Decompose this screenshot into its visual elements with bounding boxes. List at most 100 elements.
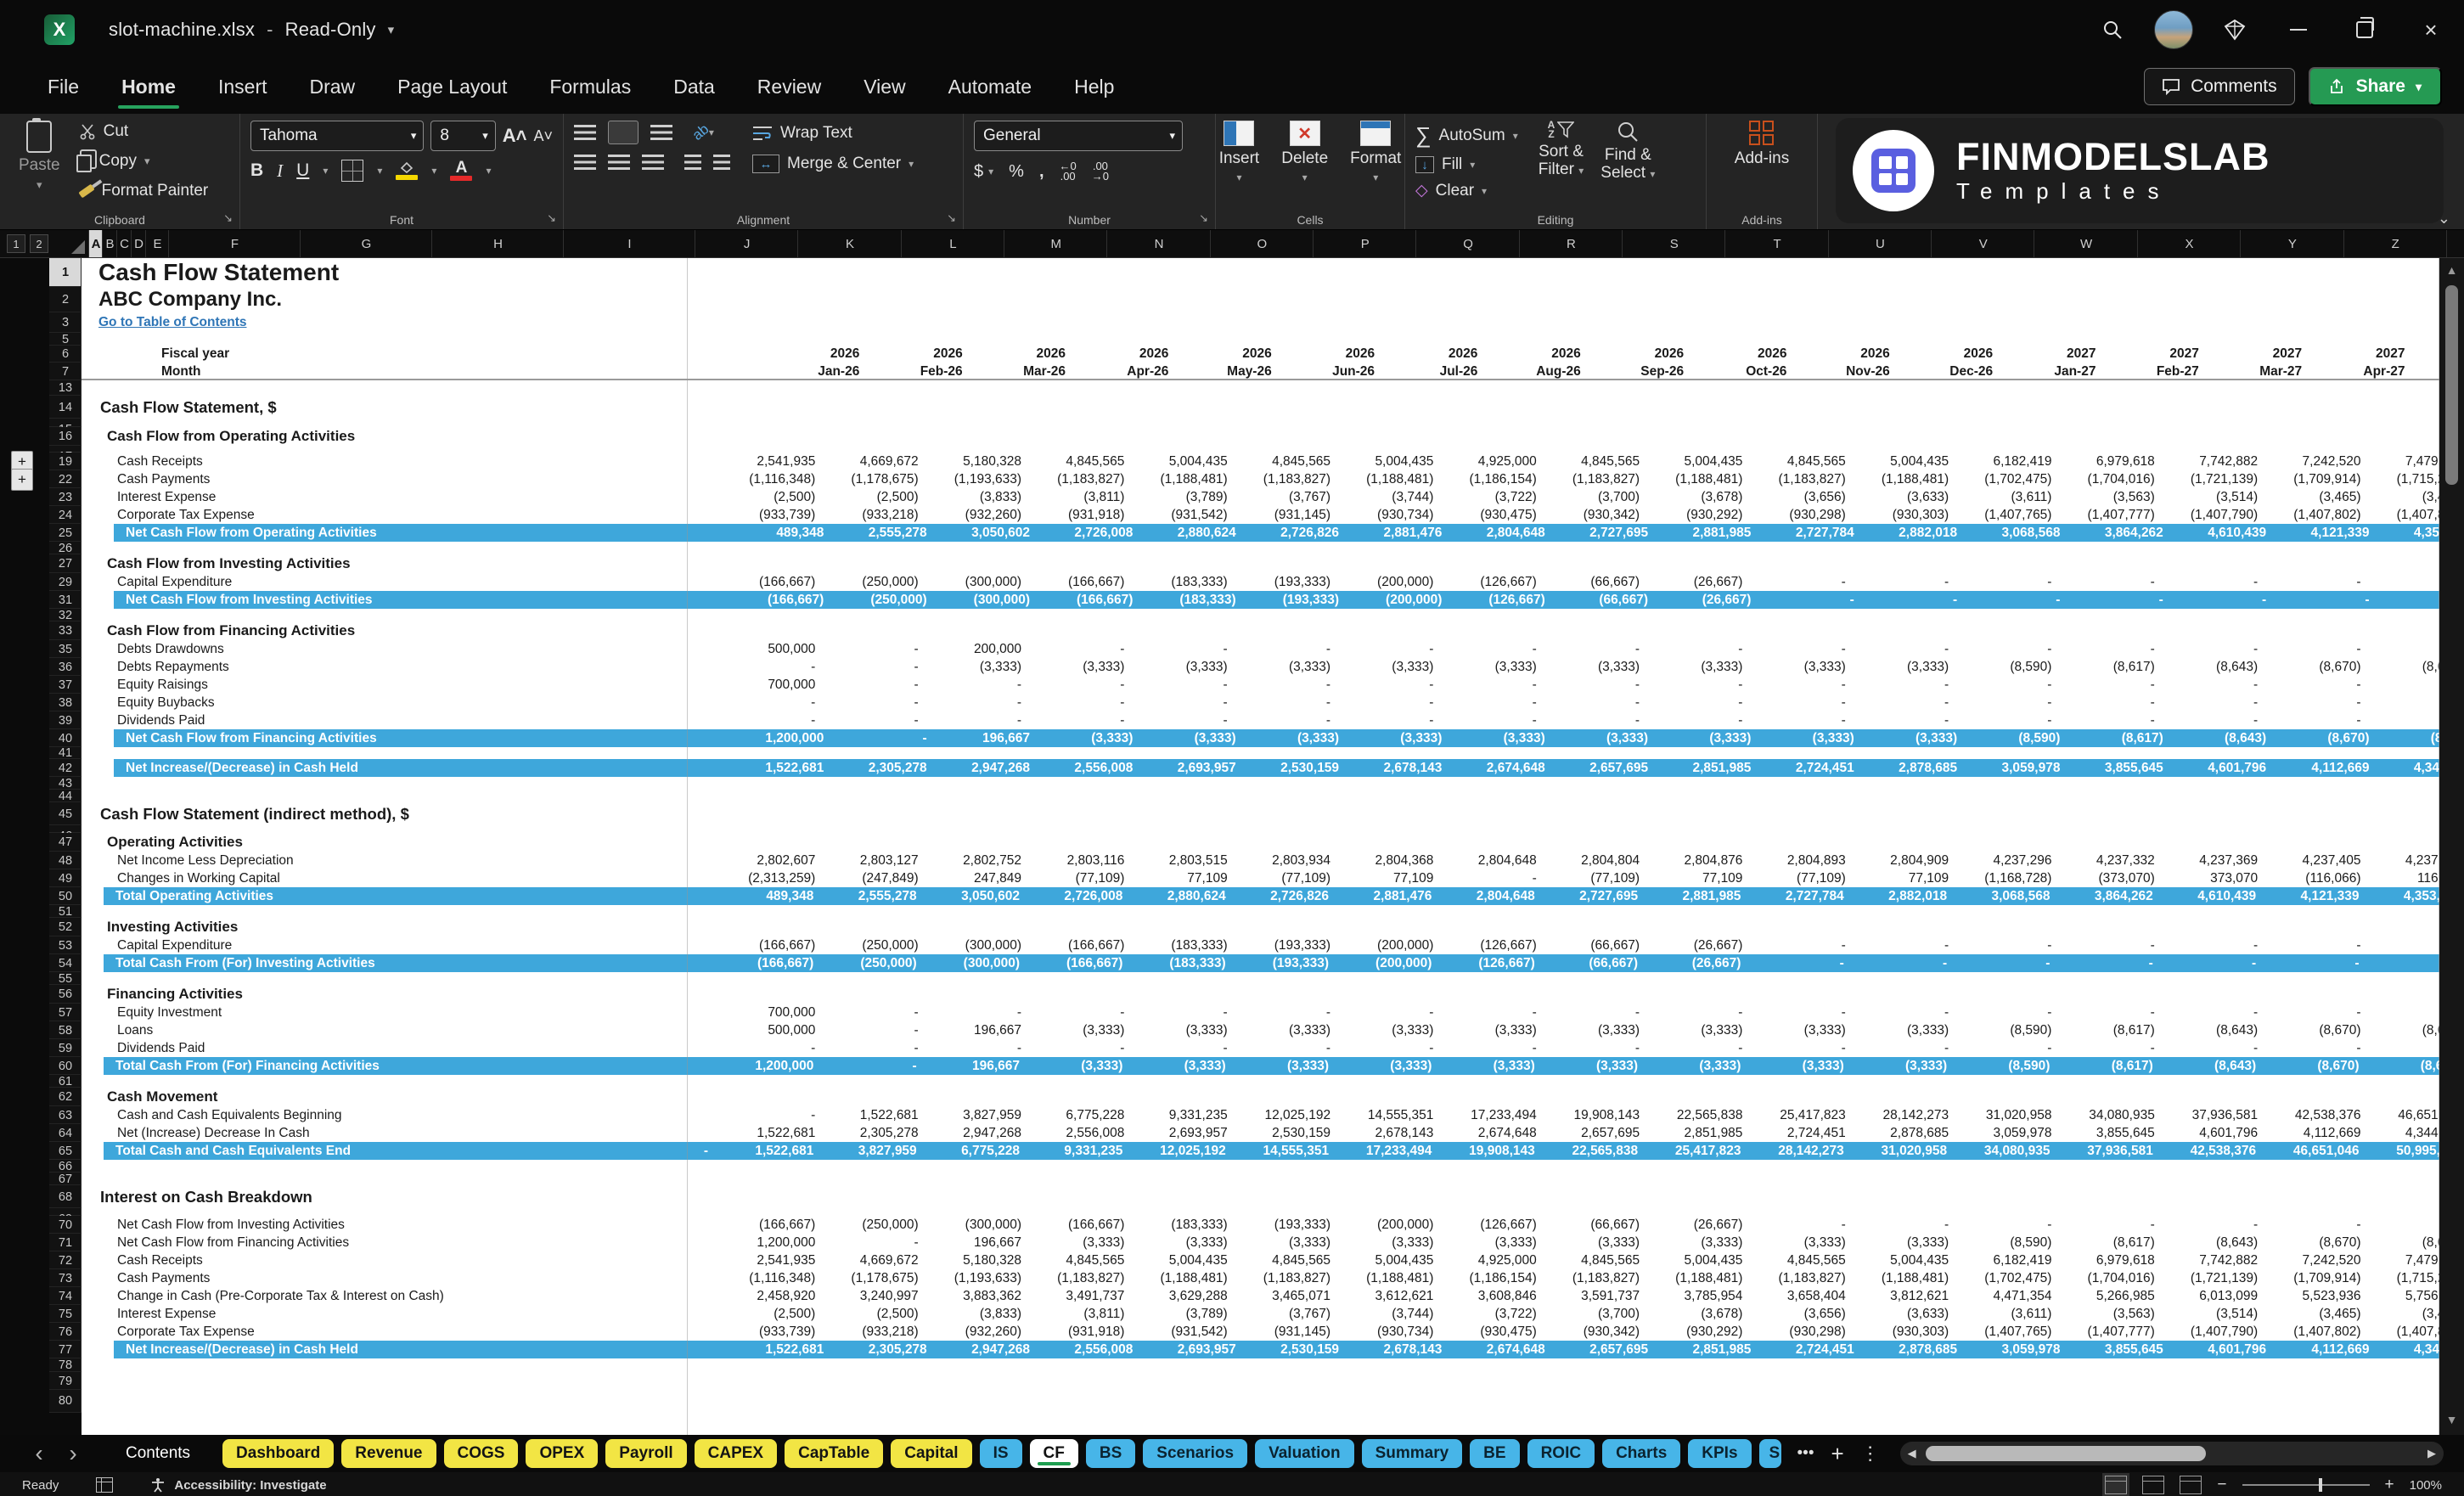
cell-O42[interactable]: 2,530,159	[1247, 759, 1350, 777]
cell-U70[interactable]: -	[1857, 1216, 1960, 1234]
row-header-42[interactable]: 42	[49, 759, 82, 777]
column-header-M[interactable]: M	[1004, 230, 1107, 257]
row-header-66[interactable]: 66	[49, 1160, 82, 1173]
orientation-button[interactable]: ab▾	[693, 124, 714, 141]
cell-Y71[interactable]: (8,670)	[2269, 1234, 2371, 1251]
clear-button[interactable]: ◇Clear▾	[1415, 181, 1518, 200]
cell-M74[interactable]: 3,491,737	[1032, 1287, 1135, 1305]
column-header-I[interactable]: I	[564, 230, 695, 257]
cell-S77[interactable]: 2,851,985	[1659, 1341, 1762, 1358]
cell-W77[interactable]: 3,855,645	[2071, 1341, 2174, 1358]
empty-label-cell[interactable]	[82, 825, 2439, 833]
cell-L48[interactable]: 2,802,752	[930, 852, 1032, 869]
sheet-tab-roic[interactable]: ROIC	[1527, 1439, 1595, 1468]
cell-X29[interactable]: -	[2166, 573, 2269, 591]
cell-Y25[interactable]: 4,121,339	[2277, 524, 2380, 542]
cell-X25[interactable]: 4,610,439	[2174, 524, 2277, 542]
cell-R39[interactable]: -	[1548, 711, 1651, 729]
row-header-40[interactable]: 40	[49, 729, 82, 747]
cell-W19[interactable]: 6,979,618	[2062, 453, 2165, 470]
cell-O38[interactable]: -	[1239, 694, 1342, 711]
row-header-53[interactable]: 53	[49, 936, 82, 954]
cell-J76[interactable]: (933,739)	[723, 1323, 826, 1341]
row-header-27[interactable]: 27	[49, 554, 82, 573]
find-select-button[interactable]: Find &Select ▾	[1592, 121, 1663, 183]
cell-T60[interactable]: (3,333)	[1752, 1057, 1854, 1075]
cell-X22[interactable]: (1,721,139)	[2166, 470, 2269, 488]
cell-P65[interactable]: 17,233,494	[1340, 1142, 1443, 1160]
row-label[interactable]: Interest Expense	[82, 488, 723, 506]
row-header-50[interactable]: 50	[49, 887, 82, 905]
cell-Q64[interactable]: 2,674,648	[1444, 1124, 1547, 1142]
comma-style-button[interactable]: ,	[1039, 162, 1044, 182]
cell-X71[interactable]: (8,643)	[2166, 1234, 2269, 1251]
cell-R65[interactable]: 22,565,838	[1546, 1142, 1649, 1160]
cell-X63[interactable]: 37,936,581	[2166, 1106, 2269, 1124]
cell-S6[interactable]: 2026	[1695, 346, 1797, 363]
cell-L64[interactable]: 2,947,268	[930, 1124, 1032, 1142]
row-label[interactable]: Net Cash Flow from Financing Activities	[82, 1234, 723, 1251]
cell-N74[interactable]: 3,629,288	[1135, 1287, 1238, 1305]
cell-Y22[interactable]: (1,709,914)	[2269, 470, 2371, 488]
column-header-K[interactable]: K	[798, 230, 901, 257]
cell-N53[interactable]: (183,333)	[1135, 936, 1238, 954]
percent-style-button[interactable]: %	[1009, 162, 1024, 182]
cell-L40[interactable]: 196,667	[938, 729, 1041, 747]
cell-K65[interactable]: 3,827,959	[824, 1142, 927, 1160]
cell-U53[interactable]: -	[1857, 936, 1960, 954]
vertical-scroll-thumb[interactable]	[2445, 285, 2458, 485]
cell-T58[interactable]: (3,333)	[1753, 1021, 1856, 1039]
cell-X48[interactable]: 4,237,369	[2166, 852, 2269, 869]
cell-O39[interactable]: -	[1239, 711, 1342, 729]
row-label[interactable]: Operating Activities	[82, 833, 2464, 852]
cell-X53[interactable]: -	[2166, 936, 2269, 954]
row-header-77[interactable]: 77	[49, 1341, 82, 1358]
cell-V74[interactable]: 4,471,354	[1960, 1287, 2062, 1305]
cell-K63[interactable]: 1,522,681	[826, 1106, 929, 1124]
cell-Q50[interactable]: 2,804,648	[1443, 887, 1545, 905]
align-right-icon[interactable]	[642, 155, 664, 170]
cell-Y73[interactable]: (1,709,914)	[2269, 1269, 2371, 1287]
cell-Y50[interactable]: 4,121,339	[2267, 887, 2370, 905]
cell-P77[interactable]: 2,678,143	[1350, 1341, 1453, 1358]
cell-V39[interactable]: -	[1960, 711, 2062, 729]
cell-O48[interactable]: 2,803,934	[1239, 852, 1342, 869]
cell-V40[interactable]: (8,590)	[1968, 729, 2071, 747]
cell-X42[interactable]: 4,601,796	[2174, 759, 2277, 777]
cell-N75[interactable]: (3,789)	[1135, 1305, 1238, 1323]
cell-R29[interactable]: (66,667)	[1548, 573, 1651, 591]
row-label[interactable]: Cash Flow Statement (indirect method), $	[82, 802, 2458, 825]
cell-P75[interactable]: (3,744)	[1342, 1305, 1444, 1323]
cell-Q74[interactable]: 3,608,846	[1444, 1287, 1547, 1305]
cell-X58[interactable]: (8,643)	[2166, 1021, 2269, 1039]
cell-J75[interactable]: (2,500)	[723, 1305, 826, 1323]
cell-J74[interactable]: 2,458,920	[723, 1287, 826, 1305]
cell-K36[interactable]: -	[826, 658, 929, 676]
cell-W63[interactable]: 34,080,935	[2062, 1106, 2165, 1124]
row-header-71[interactable]: 71	[49, 1234, 82, 1251]
column-header-U[interactable]: U	[1829, 230, 1932, 257]
cell-Q25[interactable]: 2,804,648	[1453, 524, 1555, 542]
row-header-45[interactable]: 45	[49, 802, 82, 825]
cell-O6[interactable]: 2026	[1283, 346, 1386, 363]
empty-label-cell[interactable]	[82, 1390, 2439, 1413]
cell-L39[interactable]: -	[930, 711, 1032, 729]
cell-Y60[interactable]: (8,670)	[2267, 1057, 2370, 1075]
align-bottom-icon[interactable]	[650, 125, 672, 140]
row-label[interactable]: Cash and Cash Equivalents Beginning	[82, 1106, 723, 1124]
cell-K23[interactable]: (2,500)	[826, 488, 929, 506]
cell-X75[interactable]: (3,514)	[2166, 1305, 2269, 1323]
chevron-down-icon[interactable]: ▾	[388, 22, 395, 37]
cell-U71[interactable]: (3,333)	[1857, 1234, 1960, 1251]
empty-label-cell[interactable]	[82, 542, 2439, 554]
sheet-tab-cogs[interactable]: COGS	[444, 1439, 519, 1468]
cell-S23[interactable]: (3,678)	[1651, 488, 1753, 506]
cell-O24[interactable]: (931,145)	[1239, 506, 1342, 524]
cell-O60[interactable]: (3,333)	[1237, 1057, 1340, 1075]
cell-U50[interactable]: 2,882,018	[1855, 887, 1958, 905]
cell-V49[interactable]: (1,168,728)	[1960, 869, 2062, 887]
cell-R57[interactable]: -	[1548, 1004, 1651, 1021]
cell-T64[interactable]: 2,724,451	[1753, 1124, 1856, 1142]
cell-V42[interactable]: 3,059,978	[1968, 759, 2071, 777]
cell-P24[interactable]: (930,734)	[1342, 506, 1444, 524]
